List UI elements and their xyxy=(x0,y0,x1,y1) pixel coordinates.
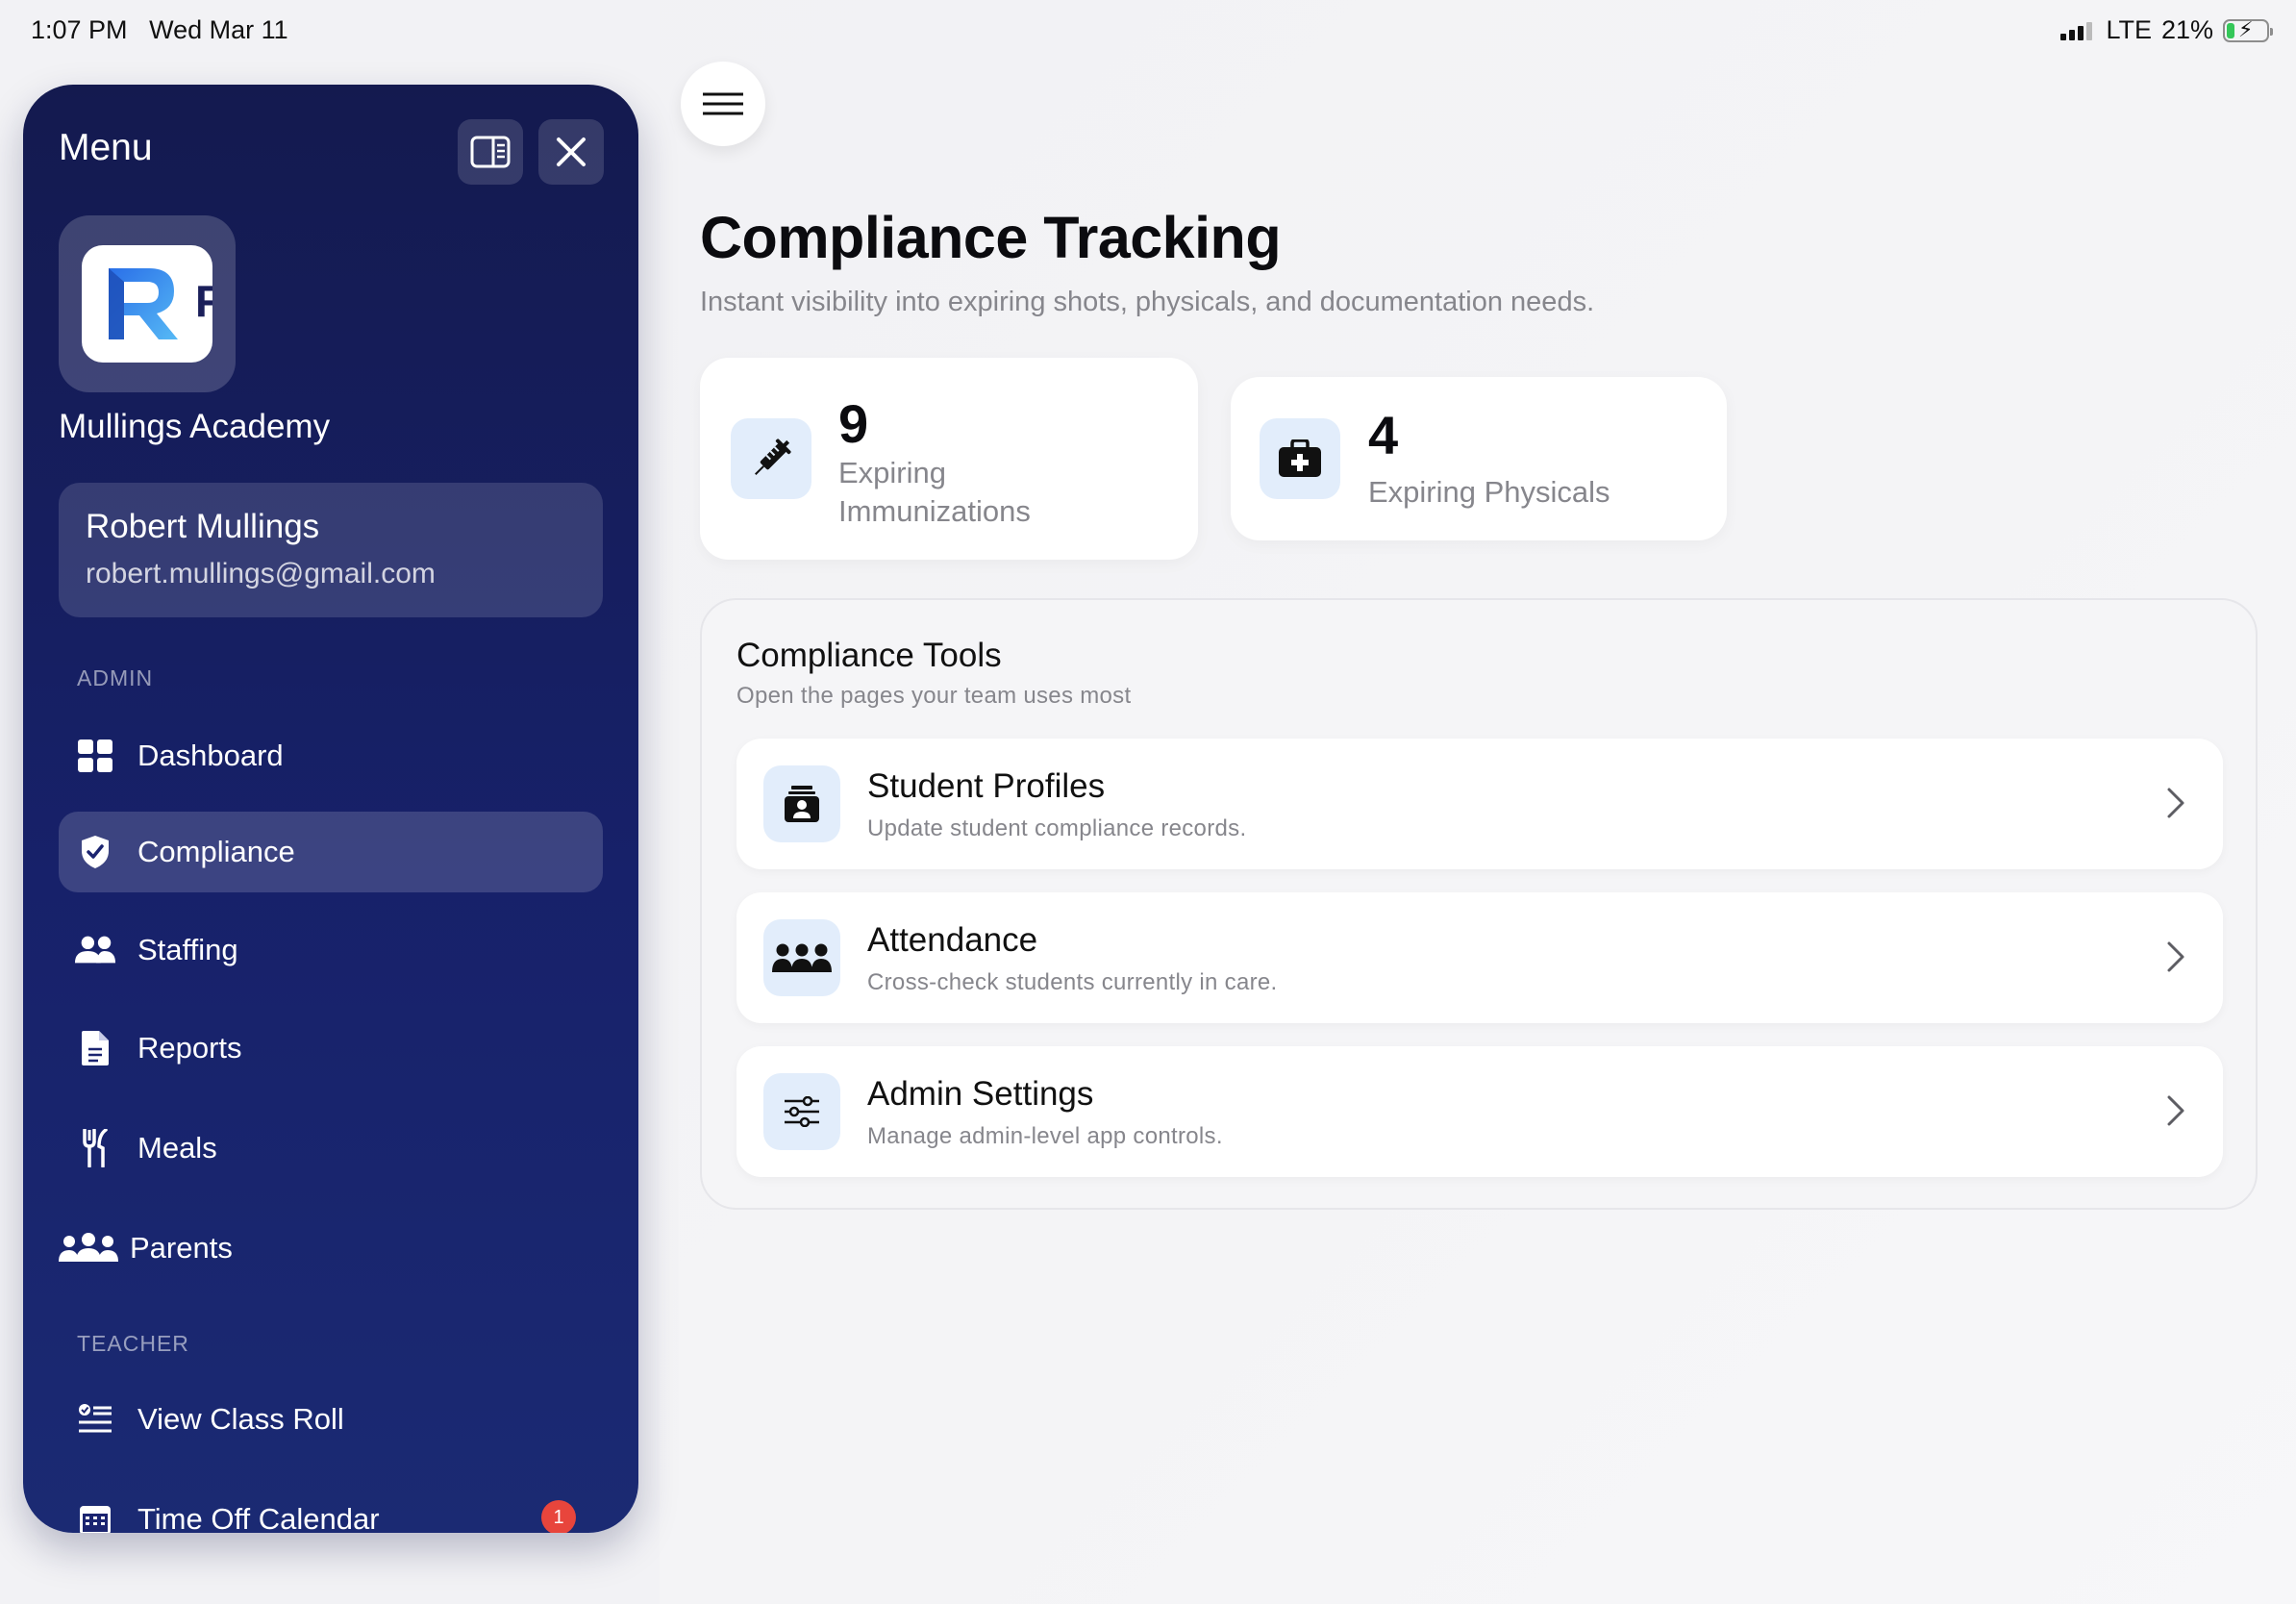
tool-title: Admin Settings xyxy=(867,1075,1094,1113)
status-date: Wed Mar 11 xyxy=(149,15,288,44)
sidebar-item-dashboard[interactable]: Dashboard xyxy=(59,715,603,796)
grid-icon xyxy=(74,735,116,777)
sidebar-toggle-icon xyxy=(470,136,511,168)
school-logo: F xyxy=(59,215,236,392)
tool-description: Update student compliance records. xyxy=(867,815,1247,841)
tool-description: Cross-check students currently in care. xyxy=(867,969,1278,995)
shield-check-icon xyxy=(74,831,116,873)
medical-kit-icon xyxy=(1260,418,1340,499)
sidebar-item-label: Compliance xyxy=(137,835,295,868)
fork-knife-icon xyxy=(74,1127,116,1169)
stat-label: Expiring Physicals xyxy=(1368,475,1610,509)
sidebar-item-label: Reports xyxy=(137,1031,242,1065)
battery-icon: ⚡ xyxy=(2223,17,2273,42)
people-icon xyxy=(74,929,116,971)
stat-card-immunizations[interactable]: 9 Expiring Immunizations xyxy=(700,358,1198,560)
user-email: robert.mullings@gmail.com xyxy=(86,558,436,589)
status-clock: 1:07 PM xyxy=(31,15,128,44)
status-time: 1:07 PM Wed Mar 11 xyxy=(31,15,288,45)
tool-title: Attendance xyxy=(867,921,1038,959)
notification-badge: 1 xyxy=(541,1500,576,1533)
battery-percent: 21% xyxy=(2160,15,2213,44)
sidebar-item-label: Staffing xyxy=(137,933,238,966)
status-indicators: LTE 21% ⚡ xyxy=(2060,15,2273,45)
sidebar-item-label: Parents xyxy=(130,1231,233,1265)
menu-toggle-button[interactable] xyxy=(681,62,765,146)
network-label: LTE xyxy=(2106,15,2152,44)
page-subtitle: Instant visibility into expiring shots, … xyxy=(700,287,1595,317)
sidebar-item-view-class-roll[interactable]: View Class Roll xyxy=(59,1379,603,1460)
section-label-teacher: TEACHER xyxy=(77,1331,189,1356)
signal-icon xyxy=(2060,21,2093,40)
sidebar-item-reports[interactable]: Reports xyxy=(59,1008,603,1089)
close-menu-button[interactable] xyxy=(538,119,604,185)
user-name: Robert Mullings xyxy=(86,508,320,545)
sidebar-item-label: Meals xyxy=(137,1131,217,1165)
section-label-admin: ADMIN xyxy=(77,665,154,690)
sidebar-item-label: Dashboard xyxy=(137,739,284,772)
sidebar-item-parents[interactable]: Parents xyxy=(59,1208,603,1289)
stat-label: Expiring Immunizations xyxy=(838,456,1031,528)
logo-icon: F xyxy=(82,245,212,363)
tool-row-attendance[interactable]: Attendance Cross-check students currentl… xyxy=(736,892,2223,1023)
tool-description: Manage admin-level app controls. xyxy=(867,1123,1223,1149)
sidebar-item-staffing[interactable]: Staffing xyxy=(59,910,603,990)
people-icon xyxy=(763,919,840,996)
chevron-right-icon xyxy=(2154,935,2198,979)
chevron-right-icon xyxy=(2154,781,2198,825)
compliance-tools-panel: Compliance Tools Open the pages your tea… xyxy=(700,598,2258,1210)
group-icon xyxy=(59,1227,118,1269)
sidebar-item-label: Time Off Calendar xyxy=(137,1502,380,1533)
split-view-button[interactable] xyxy=(458,119,523,185)
status-bar: 1:07 PM Wed Mar 11 LTE 21% ⚡ xyxy=(0,0,2296,62)
hamburger-icon xyxy=(703,92,743,115)
student-profile-icon xyxy=(763,765,840,842)
section-title: Compliance Tools xyxy=(736,637,1002,674)
page-title: Compliance Tracking xyxy=(700,205,1282,270)
calendar-icon xyxy=(74,1498,116,1533)
section-subtitle: Open the pages your team uses most xyxy=(736,683,1132,709)
stat-number: 9 xyxy=(838,393,869,454)
chevron-right-icon xyxy=(2154,1089,2198,1133)
stat-card-physicals[interactable]: 4 Expiring Physicals xyxy=(1231,377,1727,540)
document-icon xyxy=(74,1027,116,1069)
close-icon xyxy=(557,138,586,166)
sidebar-item-meals[interactable]: Meals xyxy=(59,1108,603,1189)
svg-text:F: F xyxy=(195,276,212,326)
sidebar-item-time-off-calendar[interactable]: Time Off Calendar 1 xyxy=(59,1479,603,1533)
sidebar-item-label: View Class Roll xyxy=(137,1402,344,1436)
menu-title: Menu xyxy=(59,127,153,168)
school-name: Mullings Academy xyxy=(59,408,331,445)
tool-row-student-profiles[interactable]: Student Profiles Update student complian… xyxy=(736,739,2223,869)
sidebar-item-compliance[interactable]: Compliance xyxy=(59,812,603,892)
stat-number: 4 xyxy=(1368,405,1399,465)
sidebar-menu: Menu F Mullings Academy Robert Mullings … xyxy=(23,85,638,1533)
tool-row-admin-settings[interactable]: Admin Settings Manage admin-level app co… xyxy=(736,1046,2223,1177)
tool-title: Student Profiles xyxy=(867,767,1106,805)
checklist-icon xyxy=(74,1398,116,1441)
sliders-icon xyxy=(763,1073,840,1150)
user-profile-card[interactable]: Robert Mullings robert.mullings@gmail.co… xyxy=(59,483,603,617)
syringe-icon xyxy=(731,418,811,499)
